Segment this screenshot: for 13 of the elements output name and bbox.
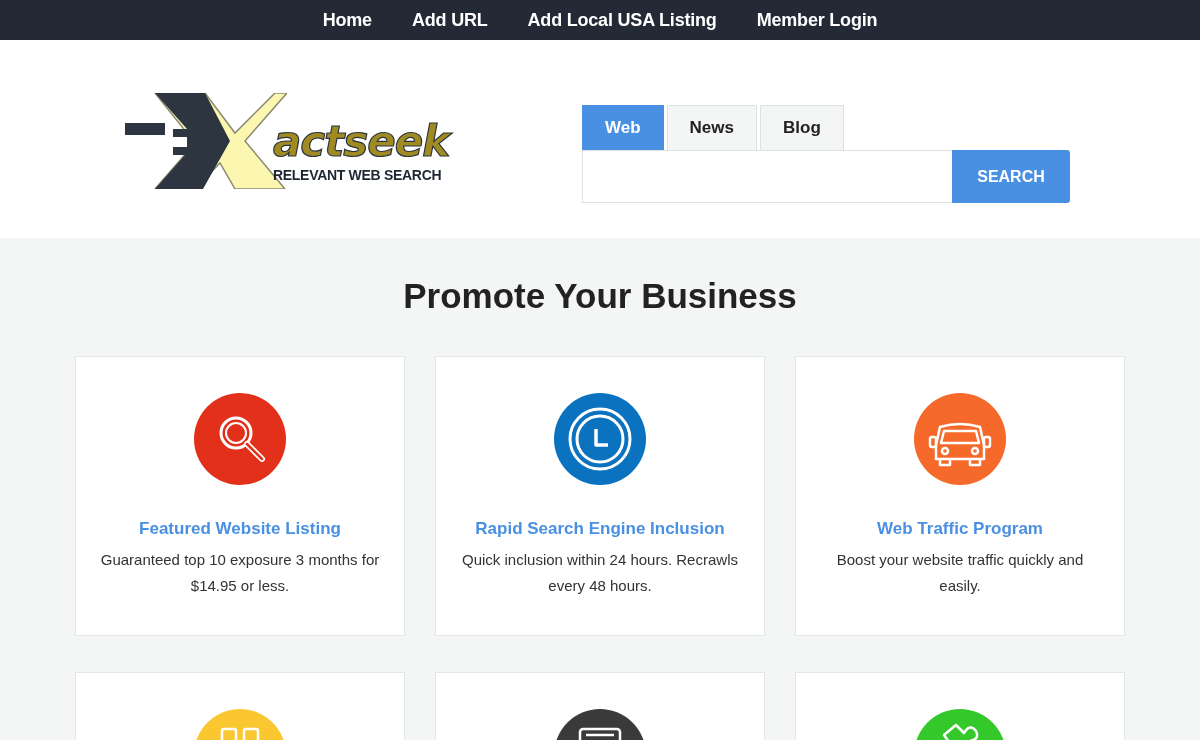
nav-link[interactable]: Add Local USA Listing <box>527 9 717 31</box>
card-description: Quick inclusion within 24 hours. Recrawls every 48 hours. <box>461 550 739 596</box>
search-tab[interactable]: Blog <box>760 105 844 150</box>
nav-link[interactable]: Add URL <box>411 9 488 31</box>
card-description: Guaranteed top 10 exposure 3 months for $14.95 or less. <box>99 550 381 596</box>
section-heading: Promote Your Business <box>402 275 798 317</box>
card-description: Boost your website traffic quickly and easily. <box>835 550 1085 596</box>
nav-link[interactable]: Home <box>322 9 372 31</box>
search-field[interactable] <box>582 150 952 203</box>
search-tab[interactable]: News <box>666 105 757 150</box>
logo-wordmark: actseek <box>273 121 450 163</box>
logo-tagline: RELEVANT WEB SEARCH <box>273 167 443 183</box>
nav-link[interactable]: Member Login <box>756 9 878 31</box>
